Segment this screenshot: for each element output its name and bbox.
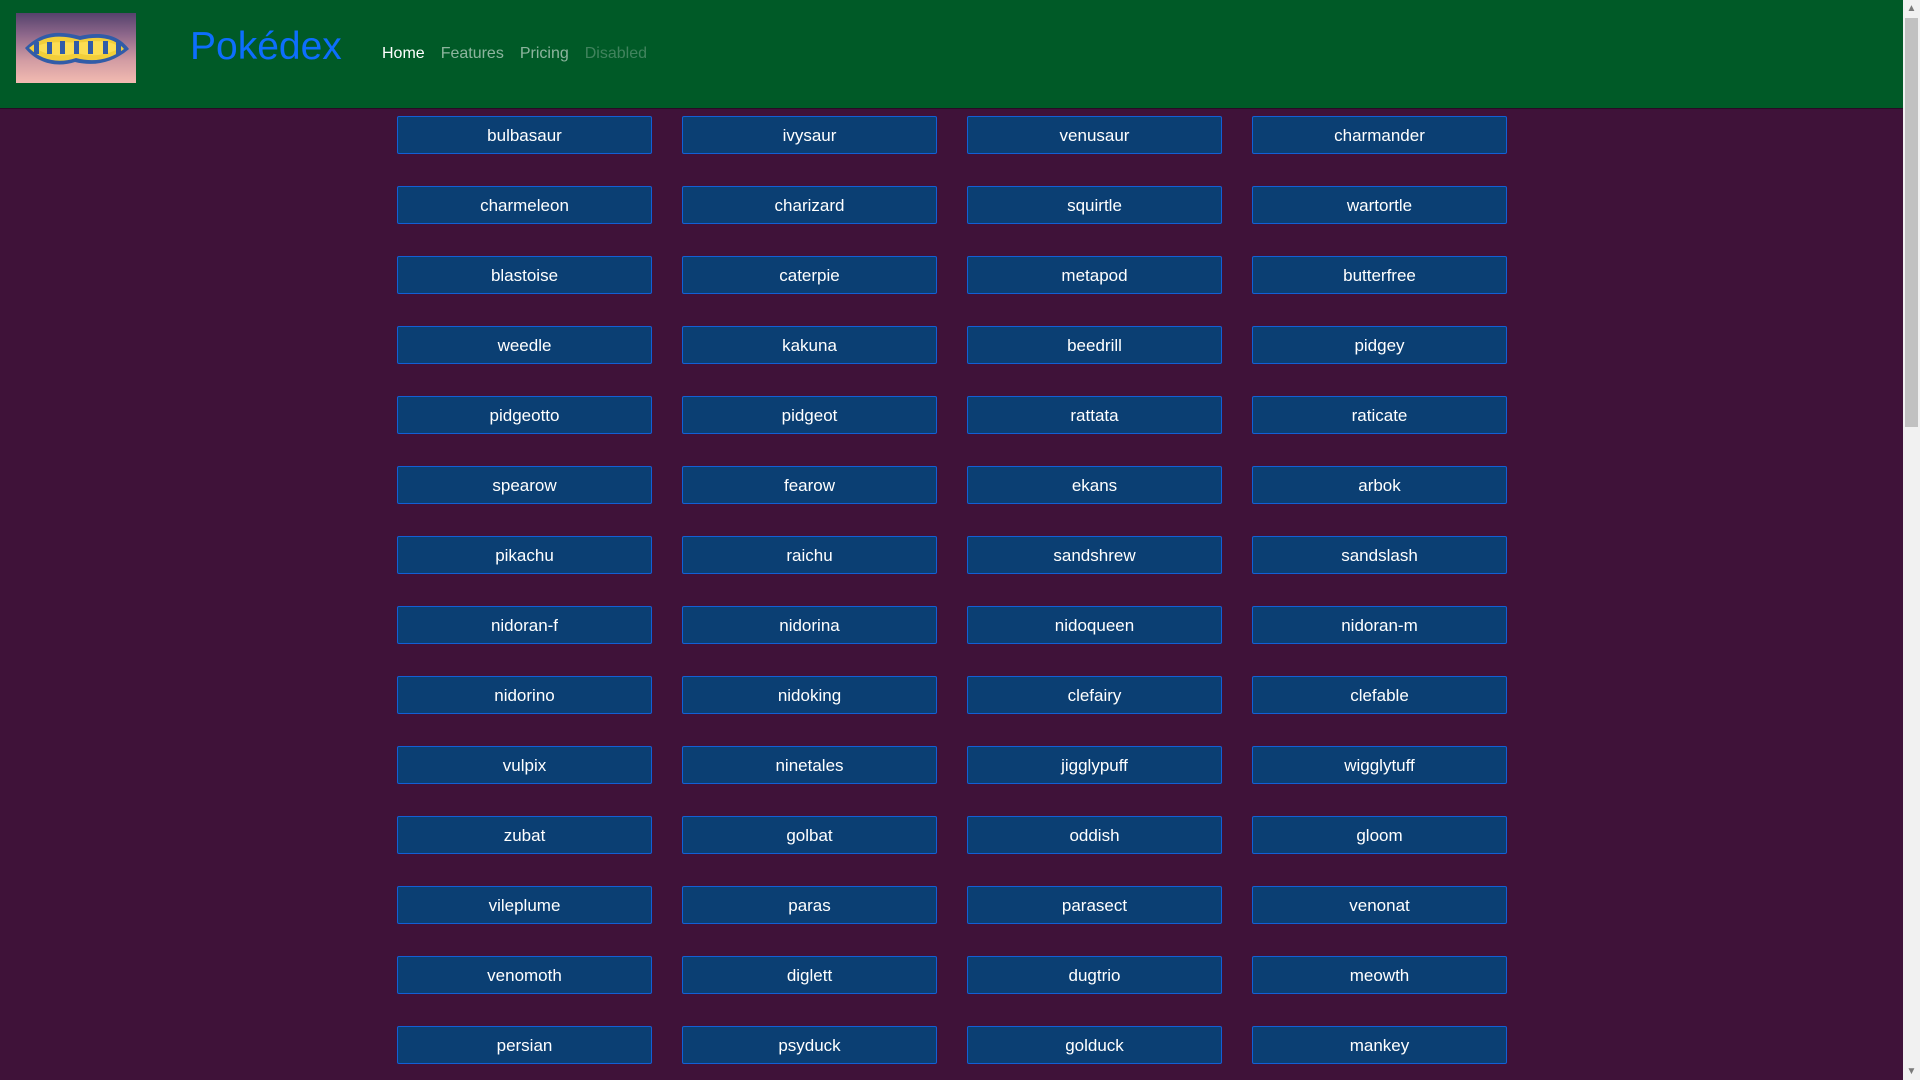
pokemon-button-dugtrio[interactable]: dugtrio xyxy=(967,956,1222,994)
pokemon-button-paras[interactable]: paras xyxy=(682,886,937,924)
top-navbar: Pokédex Home Features Pricing Disabled xyxy=(0,0,1903,108)
pokemon-button-psyduck[interactable]: psyduck xyxy=(682,1026,937,1064)
pokemon-button-charmeleon[interactable]: charmeleon xyxy=(397,186,652,224)
pokemon-button-zubat[interactable]: zubat xyxy=(397,816,652,854)
pokemon-button-butterfree[interactable]: butterfree xyxy=(1252,256,1507,294)
pokemon-button-sandslash[interactable]: sandslash xyxy=(1252,536,1507,574)
pokemon-button-raichu[interactable]: raichu xyxy=(682,536,937,574)
pokemon-button-pidgeotto[interactable]: pidgeotto xyxy=(397,396,652,434)
pokemon-button-raticate[interactable]: raticate xyxy=(1252,396,1507,434)
pokemon-button-rattata[interactable]: rattata xyxy=(967,396,1222,434)
pokemon-button-nidoqueen[interactable]: nidoqueen xyxy=(967,606,1222,644)
pokemon-button-parasect[interactable]: parasect xyxy=(967,886,1222,924)
pokemon-button-golduck[interactable]: golduck xyxy=(967,1026,1222,1064)
pokemon-button-spearow[interactable]: spearow xyxy=(397,466,652,504)
pokemon-button-nidoking[interactable]: nidoking xyxy=(682,676,937,714)
vertical-scrollbar[interactable]: ▲ ▼ xyxy=(1903,0,1920,1080)
pokemon-button-kakuna[interactable]: kakuna xyxy=(682,326,937,364)
nav-disabled-link: Disabled xyxy=(584,45,647,62)
pokemon-button-wartortle[interactable]: wartortle xyxy=(1252,186,1507,224)
pokemon-button-nidoran-m[interactable]: nidoran-m xyxy=(1252,606,1507,644)
pokemon-button-blastoise[interactable]: blastoise xyxy=(397,256,652,294)
pokemon-button-charmander[interactable]: charmander xyxy=(1252,116,1507,154)
pokemon-button-charizard[interactable]: charizard xyxy=(682,186,937,224)
nav-home-link[interactable]: Home xyxy=(382,40,425,68)
pokemon-button-oddish[interactable]: oddish xyxy=(967,816,1222,854)
pokemon-button-nidoran-f[interactable]: nidoran-f xyxy=(397,606,652,644)
pokemon-button-sandshrew[interactable]: sandshrew xyxy=(967,536,1222,574)
pokemon-button-nidorino[interactable]: nidorino xyxy=(397,676,652,714)
pokemon-button-meowth[interactable]: meowth xyxy=(1252,956,1507,994)
pokemon-button-persian[interactable]: persian xyxy=(397,1026,652,1064)
pokemon-button-jigglypuff[interactable]: jigglypuff xyxy=(967,746,1222,784)
pokemon-button-fearow[interactable]: fearow xyxy=(682,466,937,504)
pokemon-button-vileplume[interactable]: vileplume xyxy=(397,886,652,924)
pokemon-button-caterpie[interactable]: caterpie xyxy=(682,256,937,294)
pokemon-button-nidorina[interactable]: nidorina xyxy=(682,606,937,644)
pokemon-button-grid: bulbasaur ivysaur venusaur charmander ch… xyxy=(397,116,1507,1064)
pokemon-button-metapod[interactable]: metapod xyxy=(967,256,1222,294)
pokemon-logo-icon xyxy=(25,32,129,65)
pokemon-button-diglett[interactable]: diglett xyxy=(682,956,937,994)
pokemon-button-beedrill[interactable]: beedrill xyxy=(967,326,1222,364)
pokemon-button-pikachu[interactable]: pikachu xyxy=(397,536,652,574)
pokemon-button-clefairy[interactable]: clefairy xyxy=(967,676,1222,714)
main-navigation: Home Features Pricing Disabled xyxy=(382,40,647,68)
pokemon-button-clefable[interactable]: clefable xyxy=(1252,676,1507,714)
pokemon-logo[interactable] xyxy=(16,13,136,83)
pokemon-button-venonat[interactable]: venonat xyxy=(1252,886,1507,924)
pokemon-button-ivysaur[interactable]: ivysaur xyxy=(682,116,937,154)
pokemon-button-arbok[interactable]: arbok xyxy=(1252,466,1507,504)
pokemon-button-bulbasaur[interactable]: bulbasaur xyxy=(397,116,652,154)
triangle-down-icon[interactable]: ▼ xyxy=(1903,1063,1920,1080)
pokemon-button-pidgeot[interactable]: pidgeot xyxy=(682,396,937,434)
brand-title[interactable]: Pokédex xyxy=(190,20,342,74)
pokemon-button-vulpix[interactable]: vulpix xyxy=(397,746,652,784)
pokemon-button-venusaur[interactable]: venusaur xyxy=(967,116,1222,154)
pokemon-button-pidgey[interactable]: pidgey xyxy=(1252,326,1507,364)
triangle-up-icon[interactable]: ▲ xyxy=(1903,0,1920,17)
pokedex-page: Pokédex Home Features Pricing Disabled b… xyxy=(0,0,1903,1080)
pokemon-button-ninetales[interactable]: ninetales xyxy=(682,746,937,784)
nav-pricing-link[interactable]: Pricing xyxy=(520,40,569,68)
pokemon-button-mankey[interactable]: mankey xyxy=(1252,1026,1507,1064)
pokemon-button-squirtle[interactable]: squirtle xyxy=(967,186,1222,224)
pokemon-button-wigglytuff[interactable]: wigglytuff xyxy=(1252,746,1507,784)
pokemon-button-venomoth[interactable]: venomoth xyxy=(397,956,652,994)
pokemon-button-ekans[interactable]: ekans xyxy=(967,466,1222,504)
scrollbar-thumb[interactable] xyxy=(1905,18,1918,427)
nav-features-link[interactable]: Features xyxy=(441,40,504,68)
pokemon-button-gloom[interactable]: gloom xyxy=(1252,816,1507,854)
pokemon-button-weedle[interactable]: weedle xyxy=(397,326,652,364)
pokemon-button-golbat[interactable]: golbat xyxy=(682,816,937,854)
